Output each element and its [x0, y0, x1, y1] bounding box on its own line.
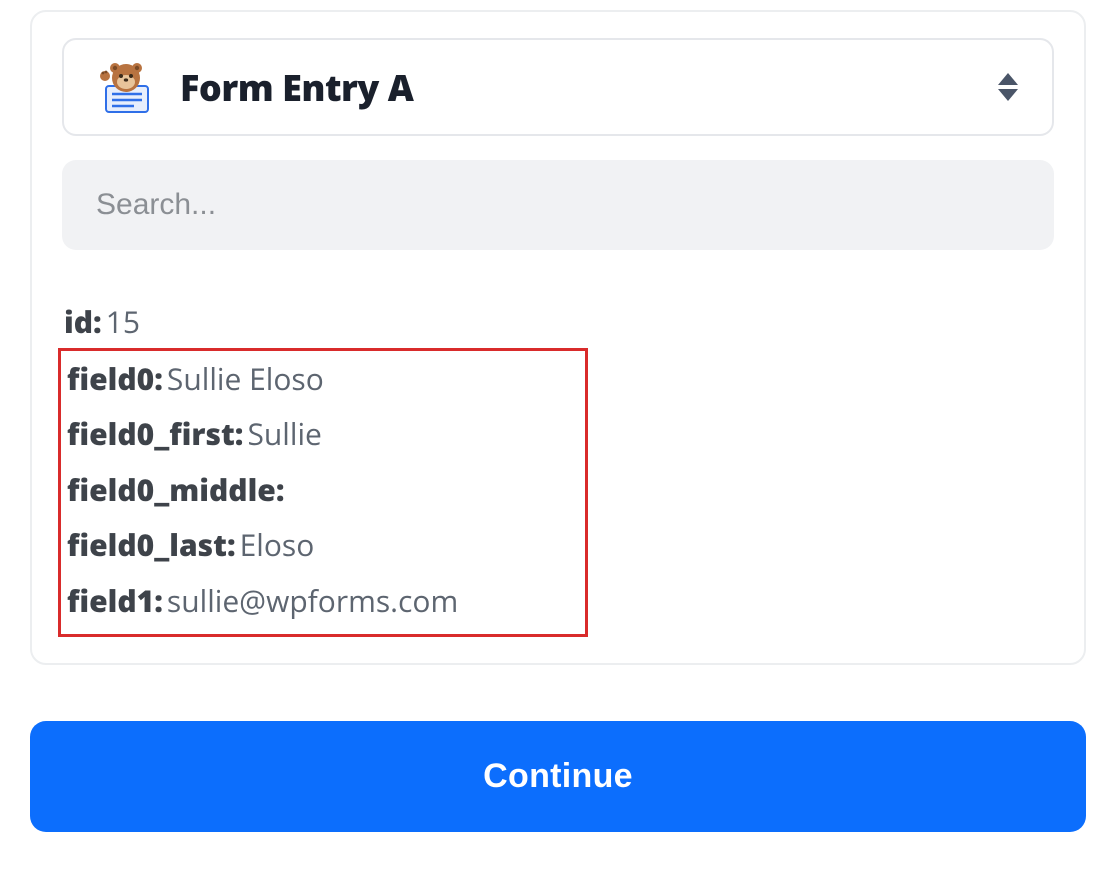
form-selector[interactable]: Form Entry A	[62, 38, 1054, 136]
field-row-field0: field0:Sullie Eloso	[67, 351, 579, 407]
field-value: Eloso	[240, 524, 315, 565]
mascot-icon	[98, 60, 152, 114]
field-row-field0-first: field0_first:Sullie	[67, 406, 579, 462]
field-key: field0:	[67, 358, 163, 399]
highlighted-fields: field0:Sullie Eloso field0_first:Sullie …	[58, 348, 588, 638]
field-row-id: id:15	[64, 294, 1052, 350]
field-key: field1:	[67, 580, 163, 621]
search-input[interactable]	[62, 160, 1054, 250]
entry-fields: id:15 field0:Sullie Eloso field0_first:S…	[62, 294, 1054, 651]
form-entry-panel: Form Entry A id:15 field0:Sullie Eloso f…	[30, 10, 1086, 665]
field-row-field0-middle: field0_middle:	[67, 462, 579, 518]
field-value: Sullie Eloso	[167, 358, 324, 399]
form-selector-label: Form Entry A	[180, 63, 413, 112]
field-value: sullie@wpforms.com	[167, 580, 458, 621]
field-value: 15	[106, 301, 140, 342]
sort-caret-icon	[998, 73, 1018, 101]
field-key: id:	[64, 301, 102, 342]
continue-button[interactable]: Continue	[30, 721, 1086, 832]
field-key: field0_middle:	[67, 469, 285, 510]
field-row-field1: field1:sullie@wpforms.com	[67, 573, 579, 629]
field-key: field0_first:	[67, 413, 243, 454]
field-value: Sullie	[247, 413, 321, 454]
form-selector-left: Form Entry A	[98, 60, 413, 114]
field-row-field0-last: field0_last:Eloso	[67, 517, 579, 573]
field-key: field0_last:	[67, 524, 236, 565]
